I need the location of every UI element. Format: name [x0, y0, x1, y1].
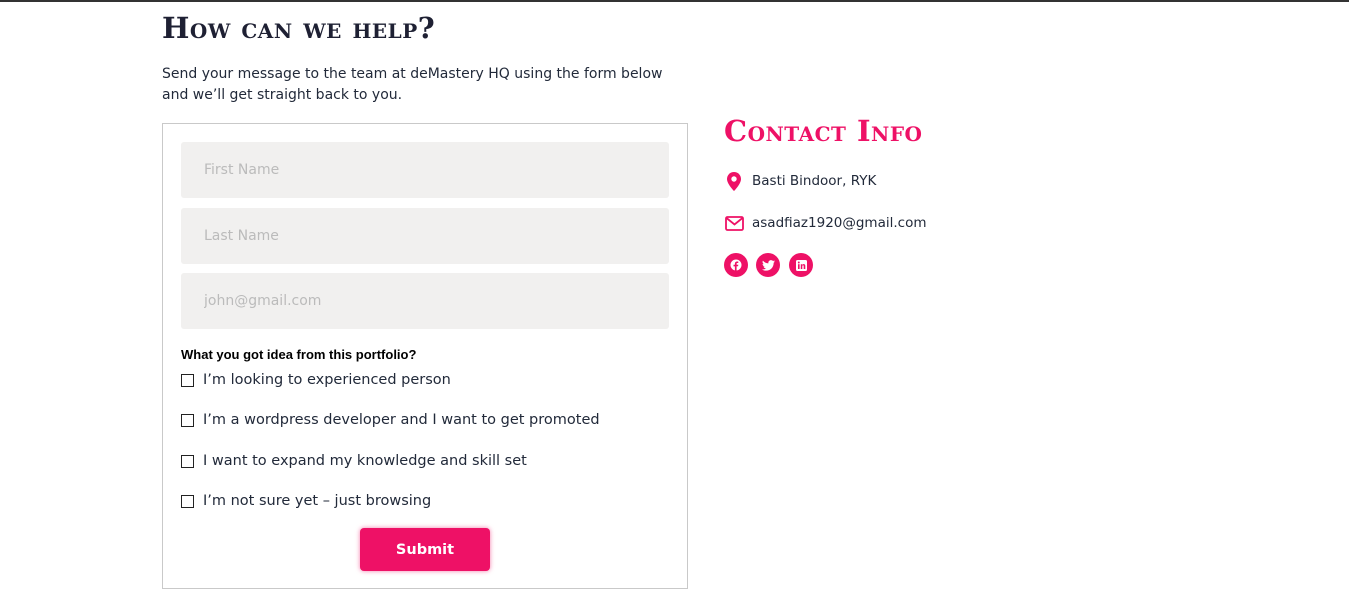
contact-form: What you got idea from this portfolio? I…	[162, 123, 688, 589]
last-name-input[interactable]	[181, 208, 669, 264]
portfolio-question: What you got idea from this portfolio?	[181, 347, 417, 362]
map-marker-icon	[724, 171, 744, 191]
option-label: I’m not sure yet – just browsing	[203, 493, 432, 509]
checkbox[interactable]	[181, 494, 194, 508]
email-text[interactable]: asadfiaz1920@gmail.com	[752, 215, 927, 231]
option-just-browsing[interactable]: I’m not sure yet – just browsing	[181, 491, 431, 511]
option-experienced-person[interactable]: I’m looking to experienced person	[181, 370, 451, 390]
option-wordpress-developer[interactable]: I’m a wordpress developer and I want to …	[181, 410, 600, 430]
option-expand-knowledge[interactable]: I want to expand my knowledge and skill …	[181, 451, 527, 471]
intro-text: Send your message to the team at deMaste…	[162, 66, 663, 103]
address-row: Basti Bindoor, RYK	[724, 171, 876, 191]
email-row: asadfiaz1920@gmail.com	[724, 213, 927, 233]
linkedin-icon[interactable]	[789, 253, 813, 277]
facebook-icon[interactable]	[724, 253, 748, 277]
twitter-icon[interactable]	[756, 253, 780, 277]
submit-button[interactable]: Submit	[360, 528, 490, 571]
checkbox[interactable]	[181, 373, 194, 387]
contact-info-title: Contact Info	[724, 114, 923, 148]
option-label: I’m looking to experienced person	[203, 372, 451, 388]
top-border	[0, 0, 1349, 2]
checkbox[interactable]	[181, 413, 194, 427]
option-label: I want to expand my knowledge and skill …	[203, 453, 527, 469]
address-text: Basti Bindoor, RYK	[752, 173, 877, 189]
option-label: I’m a wordpress developer and I want to …	[203, 412, 600, 428]
email-input[interactable]	[181, 273, 669, 329]
envelope-icon	[724, 213, 744, 233]
page-title: How can we help?	[162, 11, 436, 45]
checkbox[interactable]	[181, 454, 194, 468]
first-name-input[interactable]	[181, 142, 669, 198]
